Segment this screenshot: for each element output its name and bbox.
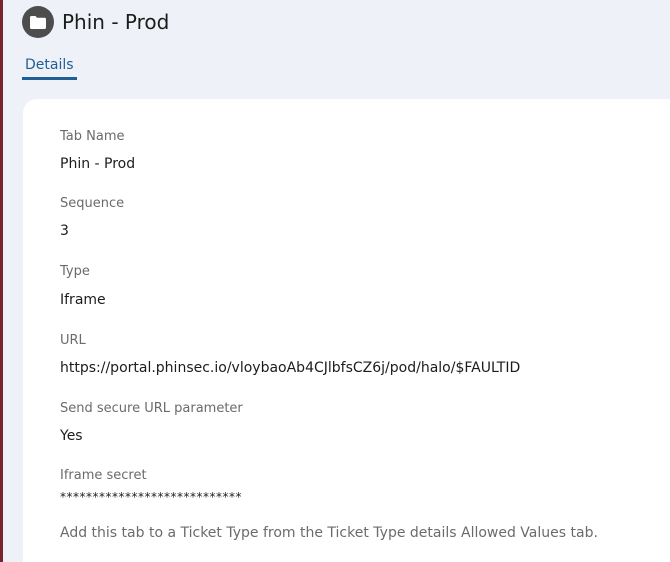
sequence-label: Sequence	[60, 196, 125, 211]
page: Phin - Prod Details Tab Name Phin - Prod…	[0, 0, 670, 562]
type-label: Type	[60, 264, 90, 279]
tab-name-value: Phin - Prod	[60, 156, 136, 172]
send-secure-url-value: Yes	[60, 428, 83, 444]
send-secure-url-label: Send secure URL parameter	[60, 401, 243, 416]
allowed-values-hint: Add this tab to a Ticket Type from the T…	[60, 525, 598, 541]
sequence-field: Sequence 3	[60, 196, 124, 240]
tab-name-label: Tab Name	[60, 129, 125, 144]
tab-name-field: Tab Name Phin - Prod	[60, 129, 135, 173]
iframe-secret-value: ****************************	[60, 490, 242, 504]
tab-details[interactable]: Details	[22, 54, 77, 80]
details-card: Tab Name Phin - Prod Sequence 3 Type Ifr…	[23, 99, 670, 562]
sequence-value: 3	[60, 223, 69, 239]
iframe-secret-field: Iframe secret **************************…	[60, 468, 242, 504]
iframe-secret-label: Iframe secret	[60, 468, 147, 483]
type-value: Iframe	[60, 292, 106, 308]
url-field: URL https://portal.phinsec.io/vloybaoAb4…	[60, 333, 520, 377]
left-accent-rule	[0, 0, 3, 562]
send-secure-url-field: Send secure URL parameter Yes	[60, 401, 243, 445]
url-label: URL	[60, 333, 86, 348]
url-value: https://portal.phinsec.io/vloybaoAb4CJlb…	[60, 360, 521, 376]
page-header: Phin - Prod	[22, 6, 169, 38]
page-title: Phin - Prod	[62, 10, 170, 34]
type-field: Type Iframe	[60, 264, 106, 309]
folder-icon	[22, 6, 54, 38]
